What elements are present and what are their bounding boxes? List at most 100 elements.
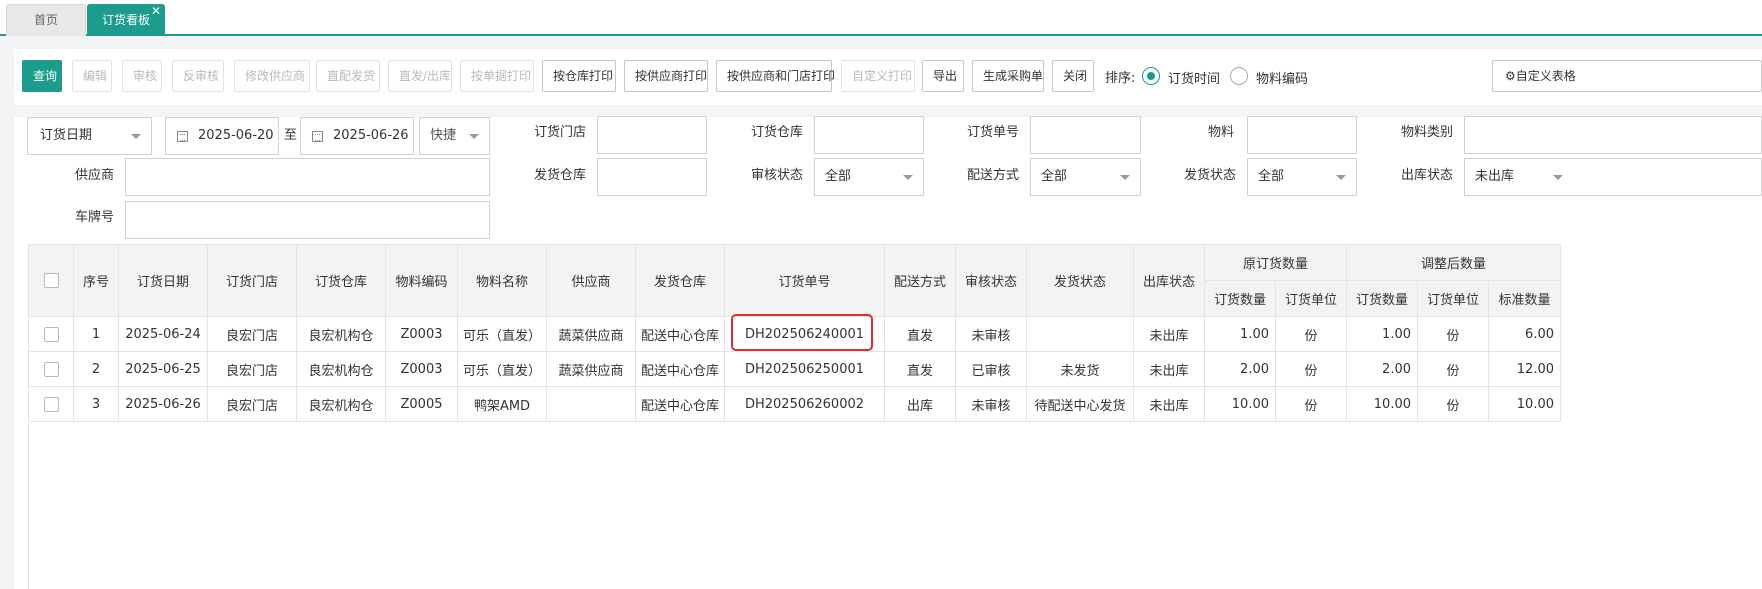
chevron-down-icon (1336, 175, 1346, 180)
cell-std-qty: 12.00 (1488, 351, 1561, 387)
cell-ship-warehouse: 配送中心仓库 (635, 351, 725, 387)
cell-outbound-status: 未出库 (1133, 386, 1205, 422)
header-ship-warehouse[interactable]: 发货仓库 (635, 244, 725, 317)
tab-home-label: 首页 (33, 13, 58, 27)
ship-status-select[interactable]: 全部 (1247, 158, 1357, 196)
sort-option-order-time[interactable]: 订货时间 (1168, 68, 1220, 87)
custom-table-button[interactable]: ⚙自定义表格 (1492, 60, 1762, 92)
cell-supplier: 蔬菜供应商 (546, 351, 636, 387)
order-no-link[interactable]: DH202506260002 (724, 386, 885, 422)
generate-purchase-button[interactable]: 生成采购单 (972, 60, 1044, 92)
chevron-down-icon (903, 175, 913, 180)
header-delivery-method[interactable]: 配送方式 (884, 244, 956, 317)
material-category-input[interactable] (1464, 116, 1762, 154)
select-all-checkbox[interactable] (43, 273, 59, 288)
store-input[interactable] (597, 116, 707, 154)
row-checkbox[interactable] (43, 396, 59, 412)
chevron-down-icon (1120, 175, 1130, 180)
header-material-name[interactable]: 物料名称 (457, 244, 547, 317)
header-index[interactable]: 序号 (73, 244, 119, 317)
header-supplier[interactable]: 供应商 (546, 244, 636, 317)
warehouse-input[interactable] (814, 116, 924, 154)
header-std-qty[interactable]: 标准数量 (1488, 280, 1561, 317)
table-row[interactable]: 2 2025-06-25 良宏门店 良宏机构仓 Z0003 可乐（直发） 蔬菜供… (28, 351, 1561, 387)
sort-radio-order-time[interactable] (1142, 67, 1160, 85)
order-no-label: 订货单号 (967, 125, 1020, 140)
unaudit-button[interactable]: 反审核 (172, 60, 224, 92)
close-button[interactable]: 关闭 (1052, 60, 1094, 92)
date-to-input[interactable]: 2025-06-26 (300, 117, 414, 155)
delivery-method-select[interactable]: 全部 (1030, 158, 1141, 196)
cell-store: 良宏门店 (207, 316, 297, 352)
header-audit-status[interactable]: 审核状态 (955, 244, 1027, 317)
cell-supplier (546, 386, 636, 422)
header-order-date[interactable]: 订货日期 (118, 244, 208, 317)
row-checkbox[interactable] (43, 361, 59, 377)
plate-no-input[interactable] (125, 201, 490, 239)
audit-button[interactable]: 审核 (122, 60, 162, 92)
print-by-doc-button[interactable]: 按单据打印 (460, 60, 534, 92)
header-ship-status[interactable]: 发货状态 (1026, 244, 1134, 317)
audit-status-select[interactable]: 全部 (814, 158, 924, 196)
outbound-status-value: 未出库 (1475, 169, 1515, 184)
cell-orig-qty: 2.00 (1204, 351, 1276, 387)
cell-orig-qty: 1.00 (1204, 316, 1276, 352)
row-checkbox-cell[interactable] (28, 351, 74, 387)
print-by-supplier-store-button[interactable]: 按供应商和门店打印 (716, 60, 835, 92)
calendar-icon (312, 131, 323, 142)
custom-print-button[interactable]: 自定义打印 (841, 60, 915, 92)
tab-bar: 首页 订货看板 ✕ (0, 0, 1762, 36)
query-button[interactable]: 查询 (22, 60, 62, 92)
cell-index: 2 (73, 351, 119, 387)
header-orig-qty[interactable]: 订货数量 (1204, 280, 1276, 317)
plate-no-label: 车牌号 (75, 210, 115, 225)
material-input[interactable] (1247, 116, 1357, 154)
header-material-code[interactable]: 物料编码 (385, 244, 458, 317)
ship-out-button[interactable]: 直发/出库 (388, 60, 452, 92)
cell-order-date: 2025-06-24 (118, 316, 208, 352)
header-select-all[interactable] (28, 244, 74, 317)
cell-material-name: 可乐（直发） (457, 351, 547, 387)
cell-material-code: Z0005 (385, 386, 458, 422)
change-supplier-button[interactable]: 修改供应商 (234, 60, 310, 92)
header-orig-unit[interactable]: 订货单位 (1275, 280, 1347, 317)
cell-audit-status: 未审核 (955, 386, 1027, 422)
header-adj-qty[interactable]: 订货数量 (1346, 280, 1418, 317)
cell-orig-unit: 份 (1275, 316, 1347, 352)
row-checkbox[interactable] (43, 326, 59, 342)
print-by-warehouse-button[interactable]: 按仓库打印 (542, 60, 616, 92)
header-order-no[interactable]: 订货单号 (724, 244, 885, 317)
cell-audit-status: 已审核 (955, 351, 1027, 387)
header-adj-unit[interactable]: 订货单位 (1417, 280, 1489, 317)
quick-select[interactable]: 快捷 (419, 117, 490, 155)
header-store[interactable]: 订货门店 (207, 244, 297, 317)
print-by-supplier-button[interactable]: 按供应商打印 (624, 60, 708, 92)
cell-order-date: 2025-06-26 (118, 386, 208, 422)
date-type-select[interactable]: 订货日期 (27, 117, 152, 155)
outbound-status-select[interactable]: 未出库 (1464, 158, 1762, 196)
edit-button[interactable]: 编辑 (72, 60, 112, 92)
ship-warehouse-label: 发货仓库 (534, 168, 587, 183)
toolbar: 查询 编辑 审核 反审核 修改供应商 直配发货 直发/出库 按单据打印 按仓库打… (14, 49, 1762, 105)
sort-option-material-code[interactable]: 物料编码 (1256, 68, 1308, 87)
tab-home[interactable]: 首页 (6, 4, 86, 36)
cell-warehouse: 良宏机构仓 (296, 351, 386, 387)
export-button[interactable]: 导出 (922, 60, 964, 92)
tab-order-board[interactable]: 订货看板 ✕ (87, 4, 165, 36)
date-from-input[interactable]: 2025-06-20 (165, 117, 279, 155)
row-checkbox-cell[interactable] (28, 386, 74, 422)
cell-adj-qty: 10.00 (1346, 386, 1418, 422)
cell-std-qty: 6.00 (1488, 316, 1561, 352)
sort-radio-material-code[interactable] (1230, 67, 1248, 85)
order-no-input[interactable] (1030, 116, 1141, 154)
supplier-input[interactable] (125, 158, 490, 196)
table-row[interactable]: 3 2025-06-26 良宏门店 良宏机构仓 Z0005 鸭架AMD 配送中心… (28, 386, 1561, 422)
header-warehouse[interactable]: 订货仓库 (296, 244, 386, 317)
ship-warehouse-input[interactable] (597, 158, 707, 196)
ship-status-label: 发货状态 (1184, 168, 1237, 183)
header-outbound-status[interactable]: 出库状态 (1133, 244, 1205, 317)
close-icon[interactable]: ✕ (151, 0, 161, 26)
row-checkbox-cell[interactable] (28, 316, 74, 352)
direct-ship-button[interactable]: 直配发货 (316, 60, 380, 92)
order-no-link[interactable]: DH202506250001 (724, 351, 885, 387)
